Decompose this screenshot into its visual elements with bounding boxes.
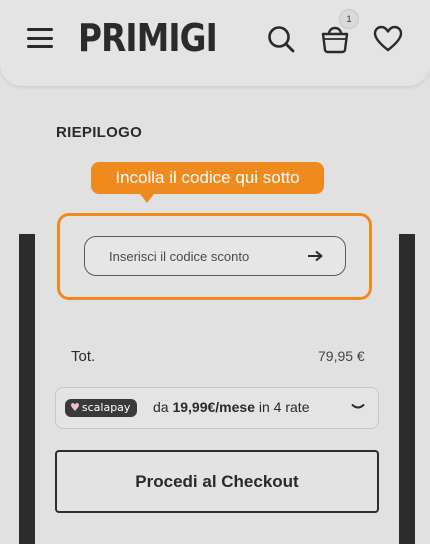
heart-icon[interactable]: [373, 25, 403, 53]
cart-count-badge: 1: [339, 9, 359, 29]
scalapay-installment-text: da 19,99€/mese in 4 rate: [153, 399, 310, 415]
coupon-tooltip: Incolla il codice qui sotto: [91, 162, 324, 194]
arrow-right-icon[interactable]: [306, 248, 324, 264]
scalapay-logo: ♥ scalapay: [65, 399, 138, 417]
backdrop-strip-right: [399, 234, 415, 544]
total-value: 79,95 €: [318, 348, 365, 364]
checkout-button[interactable]: Procedi al Checkout: [55, 450, 379, 513]
heart-icon: ♥: [70, 401, 80, 414]
tooltip-pointer: [140, 194, 154, 203]
total-label: Tot.: [71, 348, 96, 365]
search-icon[interactable]: [266, 24, 296, 54]
scalapay-installments[interactable]: ♥ scalapay da 19,99€/mese in 4 rate: [55, 387, 379, 429]
chevron-down-icon: [351, 404, 365, 409]
brand-logo[interactable]: PRIMIGI: [78, 14, 218, 62]
menu-icon[interactable]: [27, 27, 53, 49]
summary-title: RIEPILOGO: [56, 124, 143, 141]
backdrop-strip-left: [19, 234, 35, 544]
site-header: PRIMIGI 1: [0, 0, 430, 86]
